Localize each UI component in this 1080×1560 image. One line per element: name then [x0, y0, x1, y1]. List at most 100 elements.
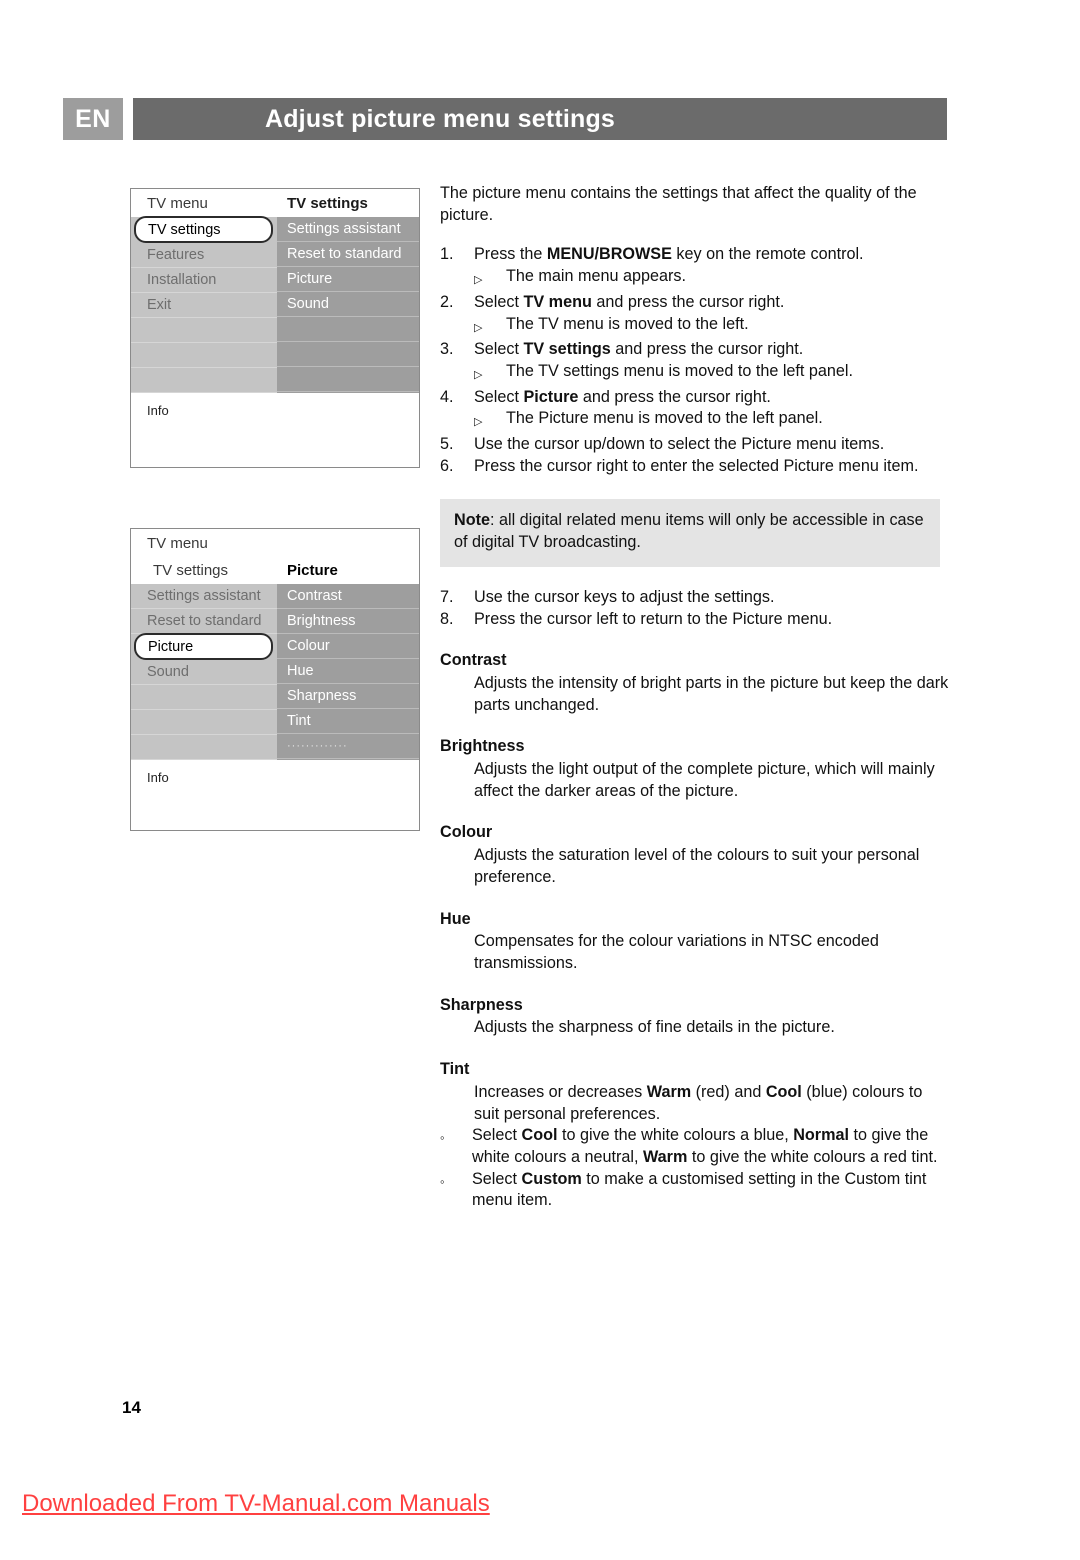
menu2-info-label: Info [131, 760, 419, 785]
tv-menu-screenshot-1: TV menu TV settings TV settings Features… [130, 188, 420, 468]
term-colour: Colour [440, 823, 493, 842]
menu1-left-item-features[interactable]: Features [131, 243, 277, 268]
step-2-number: 2. [440, 292, 454, 311]
note-text: : all digital related menu items will on… [454, 511, 924, 552]
steps-list-1: 1. Press the MENU/BROWSE key on the remo… [440, 244, 952, 477]
tint-custom: Custom [521, 1169, 582, 1188]
menu1-left-item-exit[interactable]: Exit [131, 293, 277, 318]
tint-b1-g: to give the white colours a red tint. [687, 1147, 938, 1166]
step-3-post: and press the cursor right. [610, 340, 804, 359]
term-brightness: Brightness [440, 737, 525, 756]
term-hue-definition: Compensates for the colour variations in… [474, 932, 879, 972]
term-contrast: Contrast [440, 651, 507, 670]
step-3-text: Select TV settings and press the cursor … [474, 339, 952, 361]
menu2-left-item-blank-3 [131, 735, 277, 760]
menu2-right-item-more-dots[interactable]: ············· [277, 734, 419, 759]
tint-b2-a: Select [472, 1169, 522, 1188]
menu1-left-item-installation[interactable]: Installation [131, 268, 277, 293]
step-1-text: Press the MENU/BROWSE key on the remote … [474, 244, 952, 266]
step-1-bold: MENU/BROWSE [546, 245, 672, 264]
step-4-number: 4. [440, 387, 454, 406]
step-6: 6. Press the cursor right to enter the s… [440, 456, 952, 478]
step-3-sub-text: The TV settings menu is moved to the lef… [506, 361, 854, 380]
circle-bullet-icon: ◦ [440, 1130, 445, 1146]
menu2-right-item-brightness[interactable]: Brightness [277, 609, 419, 634]
step-6-number: 6. [440, 456, 454, 475]
step-3-number: 3. [440, 340, 454, 359]
menu2-right-item-tint[interactable]: Tint [277, 709, 419, 734]
menu2-left-item-blank-2 [131, 710, 277, 735]
step-5-number: 5. [440, 435, 454, 454]
page-title: Adjust picture menu settings [133, 98, 947, 140]
term-brightness-definition: Adjusts the light output of the complete… [474, 760, 935, 800]
menu1-left-item-blank-3 [131, 368, 277, 393]
menu2-right-item-sharpness[interactable]: Sharpness [277, 684, 419, 709]
tint-line1-c: (red) and [691, 1082, 766, 1101]
menu2-right-item-colour[interactable]: Colour [277, 634, 419, 659]
step-4-bold: Picture [523, 387, 579, 406]
term-colour-definition: Adjusts the saturation level of the colo… [474, 846, 920, 886]
step-1: 1. Press the MENU/BROWSE key on the remo… [440, 244, 952, 266]
step-2-sub: ▷ The TV menu is moved to the left. [440, 314, 952, 340]
step-4-pre: Select [474, 387, 524, 406]
tint-cool-1: Cool [765, 1082, 802, 1101]
tint-warm-2: Warm [642, 1147, 688, 1166]
triangle-bullet-icon: ▷ [474, 274, 483, 287]
term-tint: Tint [440, 1060, 470, 1079]
tv-menu-screenshot-2: TV menu TV settings Picture Settings ass… [130, 528, 420, 831]
step-4-post: and press the cursor right. [578, 387, 771, 406]
triangle-bullet-icon: ▷ [474, 321, 483, 334]
menu2-right-item-hue[interactable]: Hue [277, 659, 419, 684]
menu1-right-item-picture[interactable]: Picture [277, 267, 419, 292]
step-1-number: 1. [440, 245, 454, 264]
tint-normal: Normal [793, 1126, 850, 1145]
instructions-content: The picture menu contains the settings t… [440, 183, 952, 1212]
menu2-left-item-picture[interactable]: Picture [134, 633, 273, 660]
watermark-link[interactable]: Downloaded From TV-Manual.com Manuals [22, 1490, 490, 1518]
step-3-bold: TV settings [523, 340, 611, 359]
note-box: Note: all digital related menu items wil… [440, 499, 940, 567]
menu2-right-item-contrast[interactable]: Contrast [277, 584, 419, 609]
menu2-sub-left-title: TV settings [153, 562, 229, 579]
menu2-titlebar: TV menu [131, 529, 419, 557]
tint-b1-c: to give the white colours a blue, [557, 1126, 794, 1145]
menu2-sub-right-title: Picture [287, 562, 338, 579]
term-contrast-definition: Adjusts the intensity of bright parts in… [474, 673, 949, 714]
menu1-right-item-sound[interactable]: Sound [277, 292, 419, 317]
menu1-right-item-settings-assistant[interactable]: Settings assistant [277, 217, 419, 242]
menu1-right-item-blank-1 [277, 317, 419, 342]
glossary-list: Contrast Adjusts the intensity of bright… [440, 650, 952, 1212]
tint-b1-a: Select [472, 1126, 522, 1145]
menu1-body: TV settings Features Installation Exit S… [131, 216, 419, 393]
menu2-top-title: TV menu [147, 534, 208, 552]
menu2-subtitle-row: TV settings Picture [131, 557, 419, 584]
step-8: 8. Press the cursor left to return to th… [440, 609, 952, 631]
menu1-left-item-blank-2 [131, 343, 277, 368]
menu2-left-item-settings-assistant[interactable]: Settings assistant [131, 584, 277, 609]
step-6-text: Press the cursor right to enter the sele… [474, 456, 919, 475]
step-1-sub-text: The main menu appears. [506, 267, 686, 286]
page-header: EN Adjust picture menu settings [63, 98, 947, 140]
step-2-post: and press the cursor right. [591, 292, 785, 311]
step-2-text: Select TV menu and press the cursor righ… [474, 292, 952, 314]
menu2-left-item-reset-to-standard[interactable]: Reset to standard [131, 609, 277, 634]
step-2: 2. Select TV menu and press the cursor r… [440, 292, 952, 314]
step-4: 4. Select Picture and press the cursor r… [440, 387, 952, 409]
step-2-pre: Select [474, 292, 524, 311]
step-5: 5. Use the cursor up/down to select the … [440, 434, 952, 456]
menu1-right-item-reset-to-standard[interactable]: Reset to standard [277, 242, 419, 267]
tint-bullet-1-text: Select Cool to give the white colours a … [472, 1125, 952, 1168]
step-1-sub: ▷ The main menu appears. [440, 266, 952, 292]
step-4-sub: ▷ The Picture menu is moved to the left … [440, 408, 952, 434]
step-4-sub-text: The Picture menu is moved to the left pa… [506, 409, 823, 428]
step-7: 7. Use the cursor keys to adjust the set… [440, 587, 952, 609]
menu1-left-item-tv-settings[interactable]: TV settings [134, 216, 273, 243]
menu1-right-item-blank-3 [277, 367, 419, 392]
triangle-bullet-icon: ▷ [474, 368, 483, 381]
intro-paragraph: The picture menu contains the settings t… [440, 184, 917, 224]
step-3-pre: Select [474, 340, 524, 359]
menu1-right-item-blank-2 [277, 342, 419, 367]
menu2-left-item-sound[interactable]: Sound [131, 660, 277, 685]
tint-cool-2: Cool [521, 1126, 558, 1145]
step-1-pre: Press the [474, 245, 547, 264]
